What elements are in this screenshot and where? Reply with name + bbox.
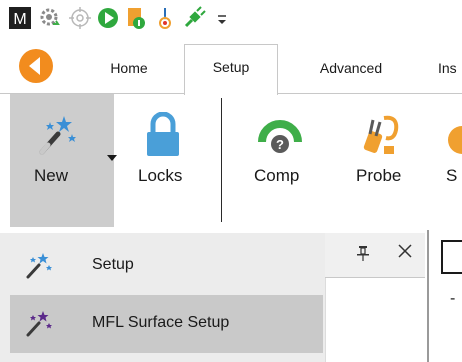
ribbon-tab-row: Home Setup Advanced Ins xyxy=(0,36,462,95)
quick-access-toolbar: M xyxy=(0,0,462,36)
setup-s-button[interactable]: S xyxy=(440,94,462,227)
probe-button[interactable]: Probe xyxy=(348,94,420,227)
svg-text:?: ? xyxy=(276,137,284,152)
menu-item-setup-label: Setup xyxy=(92,256,134,273)
settings-cycle-icon[interactable] xyxy=(38,6,62,30)
right-panel-field[interactable] xyxy=(441,240,462,274)
new-dropdown-menu: Setup MFL Surface Setup xyxy=(0,233,325,362)
comp-button[interactable]: ? Comp xyxy=(246,94,318,227)
tab-ins[interactable]: Ins xyxy=(438,52,462,84)
tab-setup[interactable]: Setup xyxy=(184,44,278,95)
file-info-icon[interactable] xyxy=(124,6,148,30)
customize-icon[interactable] xyxy=(210,6,234,30)
back-arrow-icon xyxy=(19,49,53,83)
menu-item-mfl-surface-setup[interactable]: MFL Surface Setup xyxy=(10,295,323,353)
chevron-down-icon xyxy=(107,155,117,161)
probe-button-label: Probe xyxy=(356,166,402,185)
play-icon[interactable] xyxy=(96,6,120,30)
tab-advanced[interactable]: Advanced xyxy=(296,52,406,84)
locks-button-label: Locks xyxy=(138,166,183,185)
new-button-label: New xyxy=(34,166,69,185)
magic-wand-icon xyxy=(39,116,76,155)
probe-icon xyxy=(363,115,399,154)
gauge-help-icon: ? xyxy=(258,120,302,153)
ribbon-separator xyxy=(221,98,222,222)
locks-button[interactable]: Locks xyxy=(128,94,198,227)
app-logo-icon[interactable]: M xyxy=(8,6,32,30)
comp-button-label: Comp xyxy=(254,166,300,185)
app-letter: M xyxy=(13,11,26,28)
close-icon[interactable] xyxy=(394,240,416,262)
tab-home[interactable]: Home xyxy=(92,52,166,84)
plug-icon[interactable] xyxy=(182,6,206,30)
pin-icon[interactable] xyxy=(356,244,370,262)
right-panel-dash: - xyxy=(450,290,456,307)
gear-icon xyxy=(448,126,462,154)
ribbon-panel: New Locks ? Comp Probe S xyxy=(0,94,462,230)
magic-wand-icon xyxy=(26,253,52,279)
probe-tip-icon[interactable] xyxy=(153,6,177,30)
target-icon[interactable] xyxy=(68,6,92,30)
magic-wand-icon xyxy=(26,311,52,337)
setup-s-button-label: S xyxy=(446,166,458,185)
back-button[interactable] xyxy=(18,48,54,84)
new-button[interactable]: New xyxy=(10,94,117,227)
menu-item-mfl-surface-setup-label: MFL Surface Setup xyxy=(92,314,230,331)
menu-item-setup[interactable]: Setup xyxy=(10,237,323,295)
lock-icon xyxy=(147,112,179,156)
